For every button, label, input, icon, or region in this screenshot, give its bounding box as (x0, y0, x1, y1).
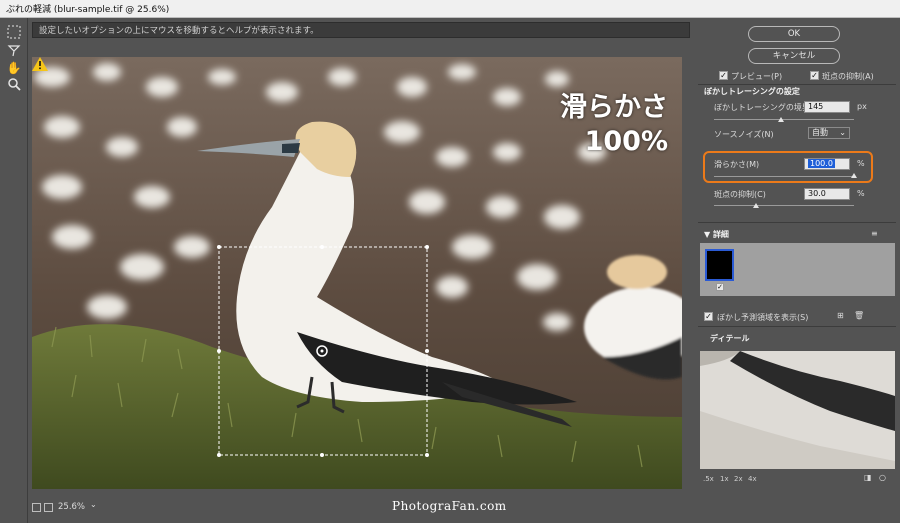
zoom-level[interactable]: 25.6% (58, 502, 85, 512)
zoom-option-2x[interactable]: 2x (734, 475, 743, 483)
spot-suppress-label: 斑点の抑制(A) (822, 72, 874, 81)
preview-label: プレビュー(P) (731, 72, 783, 81)
divider (698, 84, 896, 85)
blur-trace-checkbox[interactable]: ✓ (716, 283, 724, 291)
smoothing-label: 滑らかさ(M) (714, 160, 760, 169)
cancel-button[interactable]: キャンセル (748, 48, 840, 64)
smoothing-slider-thumb[interactable] (851, 173, 857, 178)
chevron-down-icon: ⌄ (839, 128, 846, 137)
divider (698, 222, 896, 223)
advanced-header[interactable]: ▼ 詳細 (704, 229, 729, 240)
panel-menu-icon[interactable]: ≡ (871, 229, 878, 238)
trash-icon[interactable]: 🗑 (854, 311, 864, 320)
bottom-bar: 25.6% ⌄ PhotograFan.com (32, 496, 692, 520)
tool-bar: ✋ (0, 18, 28, 523)
smoothing-slider[interactable] (714, 176, 854, 177)
hint-bar: 設定したいオプションの上にマウスを移動するとヘルプが表示されます。 (32, 22, 690, 38)
advanced-header-label: 詳細 (712, 230, 729, 239)
watermark: PhotograFan.com (392, 499, 507, 513)
artifact-slider[interactable] (714, 205, 854, 206)
overlay-annotation: 滑らかさ 100% (560, 91, 668, 159)
preview-canvas[interactable]: 滑らかさ 100% (32, 57, 682, 489)
chevron-down-icon[interactable]: ⌄ (90, 500, 97, 509)
loupe-pin-icon[interactable]: ◨ (864, 473, 872, 482)
zoom-tool-icon[interactable] (5, 76, 23, 92)
detail-loupe[interactable] (700, 351, 895, 469)
smoothing-unit: % (857, 159, 865, 168)
marquee-tool-icon[interactable] (5, 24, 23, 40)
hand-tool-icon[interactable]: ✋ (5, 60, 23, 76)
zoom-option-4x[interactable]: 4x (748, 475, 757, 483)
blur-trace-thumbnail[interactable] (705, 249, 734, 281)
smoothing-field[interactable]: 100.0 (804, 158, 850, 170)
overlay-line-2: 100% (584, 126, 668, 157)
blur-bounds-slider-thumb[interactable] (778, 117, 785, 122)
title-bar: ぶれの軽減 (blur-sample.tif @ 25.6%) (0, 0, 900, 18)
divider (698, 326, 896, 327)
source-noise-label: ソースノイズ(N) (714, 130, 774, 139)
show-region-label: ぼかし予測領域を表示(S) (717, 313, 809, 322)
zoom-out-icon[interactable] (32, 503, 41, 512)
zoom-option-half[interactable]: .5x (703, 475, 714, 483)
loupe-circle-icon[interactable]: ○ (879, 473, 886, 482)
preview-checkbox[interactable]: ✓ (719, 71, 728, 80)
smoothing-value: 100.0 (808, 159, 835, 168)
artifact-unit: % (857, 189, 865, 198)
warning-icon (32, 57, 48, 71)
spot-suppress-checkbox[interactable]: ✓ (810, 71, 819, 80)
source-noise-select[interactable]: 自動 ⌄ (808, 127, 850, 139)
trace-section-header: ぼかしトレーシングの設定 (704, 87, 800, 96)
zoom-option-1x[interactable]: 1x (720, 475, 729, 483)
add-trace-icon[interactable]: ⊞ (837, 311, 844, 320)
overlay-line-1: 滑らかさ (560, 92, 668, 123)
settings-panel: OK キャンセル ✓ プレビュー(P) ✓ 斑点の抑制(A) ぼかしトレーシング… (694, 18, 900, 523)
zoom-in-icon[interactable] (44, 503, 53, 512)
blur-bounds-unit: px (857, 102, 867, 111)
dialog-window: ぶれの軽減 (blur-sample.tif @ 25.6%) ✋ 設定したいオ… (0, 0, 900, 523)
lasso-tool-icon[interactable] (5, 42, 23, 58)
artifact-slider-thumb[interactable] (753, 203, 759, 208)
artifact-field[interactable]: 30.0 (804, 188, 850, 200)
triangle-down-icon: ▼ (704, 230, 713, 239)
source-noise-value: 自動 (812, 128, 828, 137)
blur-bounds-field[interactable]: 145 (804, 101, 850, 113)
detail-image (700, 351, 895, 469)
window-title: ぶれの軽減 (blur-sample.tif @ 25.6%) (6, 5, 170, 15)
artifact-label: 斑点の抑制(C) (714, 190, 766, 199)
detail-header: ディテール (710, 334, 750, 343)
hint-text: 設定したいオプションの上にマウスを移動するとヘルプが表示されます。 (39, 26, 319, 36)
ok-button[interactable]: OK (748, 26, 840, 42)
show-region-checkbox[interactable]: ✓ (704, 312, 713, 321)
